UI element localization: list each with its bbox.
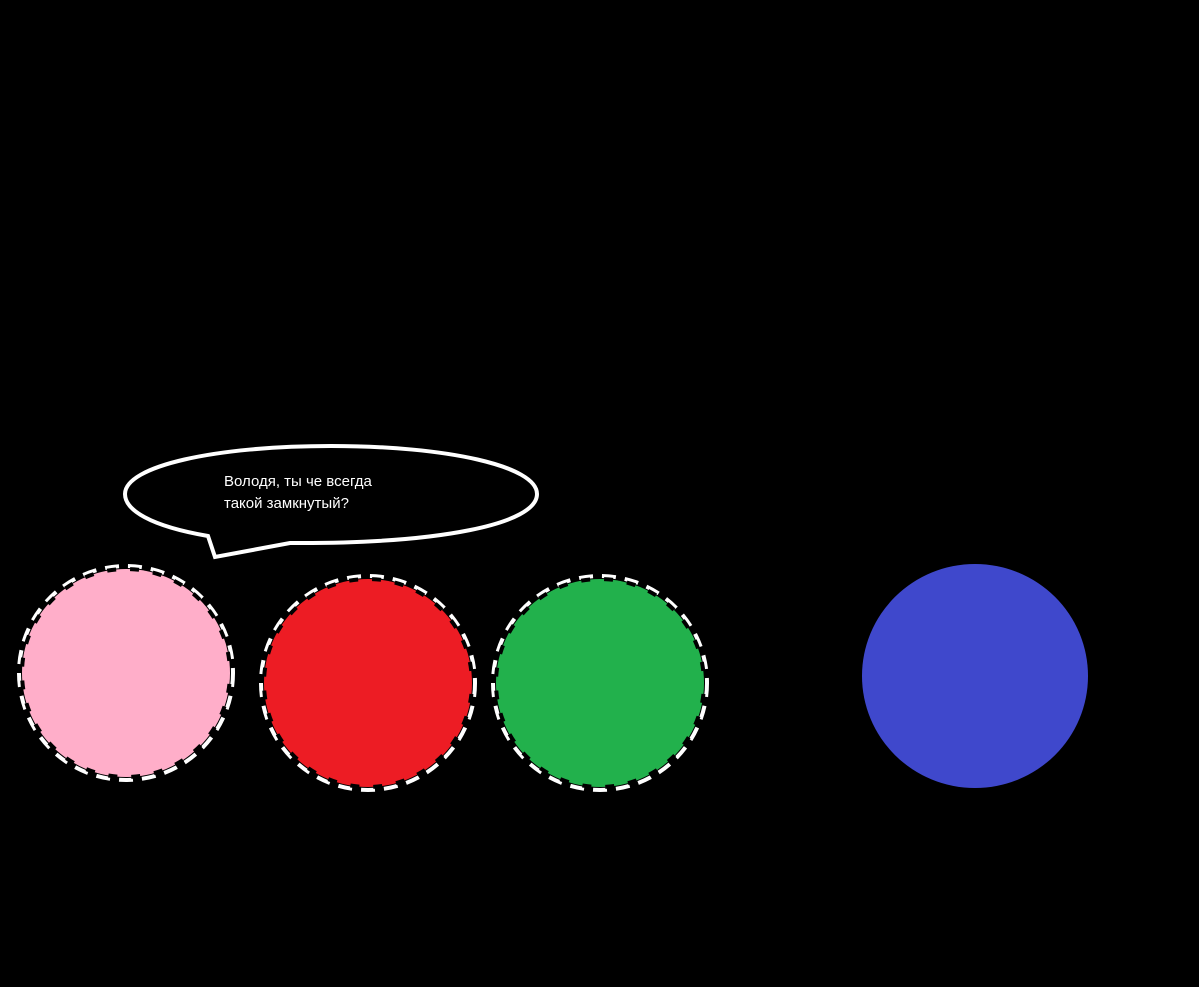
speech-bubble-text: Володя, ты че всегда такой замкнутый? [224, 471, 464, 515]
scene-drawing [17, 443, 1088, 792]
speech-line-2: такой замкнутый? [224, 495, 349, 512]
scene-canvas: Володя, ты че всегда такой замкнутый? [0, 0, 1199, 987]
speech-line-1: Володя, ты че всегда [224, 473, 372, 490]
blue-circle [862, 564, 1088, 788]
